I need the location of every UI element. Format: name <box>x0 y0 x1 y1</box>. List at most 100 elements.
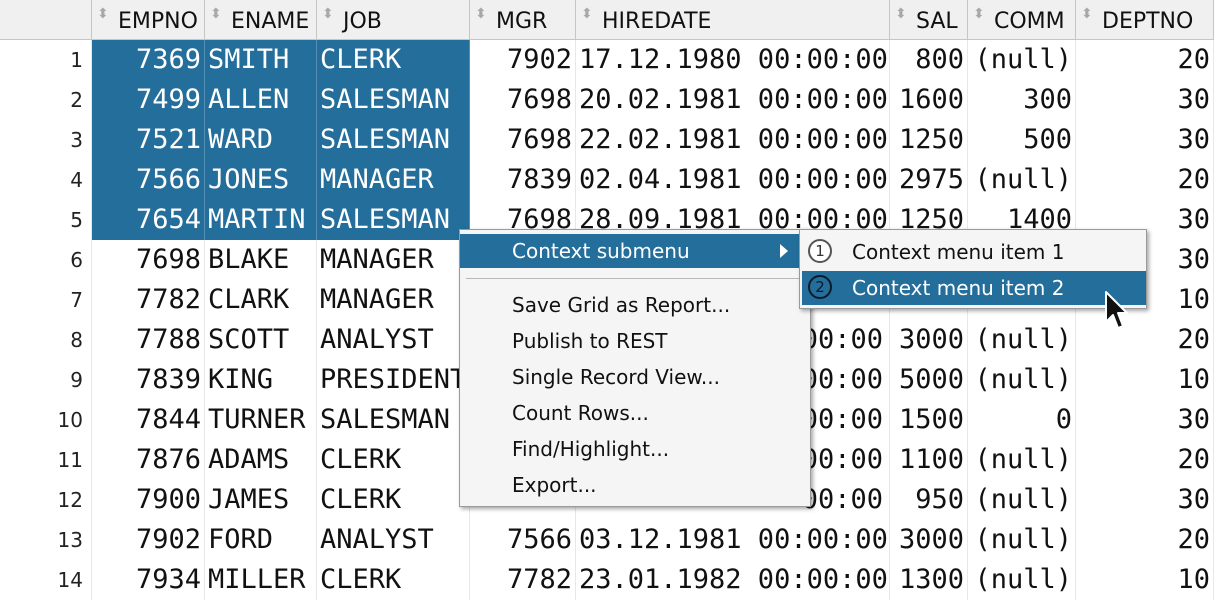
cell-ename[interactable]: ALLEN <box>205 80 317 120</box>
cell-comm[interactable]: (null) <box>968 560 1076 600</box>
cell-job[interactable]: SALESMAN <box>317 400 470 440</box>
cell-job[interactable]: CLERK <box>317 40 470 80</box>
row-number-cell[interactable]: 8 <box>0 320 92 360</box>
cell-job[interactable]: ANALYST <box>317 520 470 560</box>
cell-hiredate[interactable]: 20.02.1981 00:00:00 <box>576 80 890 120</box>
cell-job[interactable]: MANAGER <box>317 160 470 200</box>
cell-comm[interactable]: (null) <box>968 520 1076 560</box>
count-rows-item[interactable]: Count Rows... <box>512 396 649 430</box>
cell-hiredate[interactable]: 23.01.1982 00:00:00 <box>576 560 890 600</box>
cell-empno[interactable]: 7934 <box>92 560 205 600</box>
cell-job[interactable]: SALESMAN <box>317 80 470 120</box>
cell-sal[interactable]: 950 <box>890 480 968 520</box>
cell-ename[interactable]: SCOTT <box>205 320 317 360</box>
cell-job[interactable]: CLERK <box>317 480 470 520</box>
cell-comm[interactable]: (null) <box>968 40 1076 80</box>
row-number-cell[interactable]: 4 <box>0 160 92 200</box>
row-number-cell[interactable]: 2 <box>0 80 92 120</box>
cell-sal[interactable]: 2975 <box>890 160 968 200</box>
row-number-cell[interactable]: 11 <box>0 440 92 480</box>
table-row[interactable]: 4 7566 JONES MANAGER 7839 02.04.1981 00:00:00… <box>0 160 1214 200</box>
row-number-cell[interactable]: 6 <box>0 240 92 280</box>
cell-deptno[interactable]: 10 <box>1076 360 1214 400</box>
cell-deptno[interactable]: 30 <box>1076 400 1214 440</box>
cell-ename[interactable]: SMITH <box>205 40 317 80</box>
cell-ename[interactable]: BLAKE <box>205 240 317 280</box>
cell-comm[interactable]: (null) <box>968 440 1076 480</box>
cell-ename[interactable]: MILLER <box>205 560 317 600</box>
cell-mgr[interactable]: 7698 <box>470 120 576 160</box>
cell-empno[interactable]: 7782 <box>92 280 205 320</box>
cell-empno[interactable]: 7499 <box>92 80 205 120</box>
cell-ename[interactable]: CLARK <box>205 280 317 320</box>
column-header-comm[interactable]: ⬍ COMM <box>968 0 1076 40</box>
cell-comm[interactable]: 500 <box>968 120 1076 160</box>
cell-empno[interactable]: 7839 <box>92 360 205 400</box>
cell-ename[interactable]: JAMES <box>205 480 317 520</box>
cell-deptno[interactable]: 10 <box>1076 560 1214 600</box>
cell-deptno[interactable]: 20 <box>1076 440 1214 480</box>
column-header-ename[interactable]: ⬍ ENAME <box>205 0 317 40</box>
cell-sal[interactable]: 3000 <box>890 520 968 560</box>
cell-comm[interactable]: (null) <box>968 360 1076 400</box>
cell-job[interactable]: MANAGER <box>317 280 470 320</box>
cell-comm[interactable]: 0 <box>968 400 1076 440</box>
cell-job[interactable]: SALESMAN <box>317 200 470 240</box>
table-row[interactable]: 13 7902 FORD ANALYST 7566 03.12.1981 00:00:00… <box>0 520 1214 560</box>
cell-deptno[interactable]: 20 <box>1076 160 1214 200</box>
publish-to-rest-item[interactable]: Publish to REST <box>512 324 668 358</box>
cell-hiredate[interactable]: 17.12.1980 00:00:00 <box>576 40 890 80</box>
column-header-sal[interactable]: ⬍ SAL <box>890 0 968 40</box>
cell-comm[interactable]: 300 <box>968 80 1076 120</box>
context-submenu-item[interactable]: Context submenu <box>460 234 810 268</box>
cell-deptno[interactable]: 20 <box>1076 40 1214 80</box>
cell-sal[interactable]: 1100 <box>890 440 968 480</box>
cell-empno[interactable]: 7698 <box>92 240 205 280</box>
cell-ename[interactable]: ADAMS <box>205 440 317 480</box>
cell-comm[interactable]: (null) <box>968 160 1076 200</box>
save-grid-as-report-item[interactable]: Save Grid as Report... <box>512 288 730 322</box>
cell-ename[interactable]: KING <box>205 360 317 400</box>
single-record-view-item[interactable]: Single Record View... <box>512 360 720 394</box>
cell-empno[interactable]: 7566 <box>92 160 205 200</box>
row-number-cell[interactable]: 7 <box>0 280 92 320</box>
export-item[interactable]: Export... <box>512 468 597 502</box>
cell-empno[interactable]: 7844 <box>92 400 205 440</box>
cell-ename[interactable]: WARD <box>205 120 317 160</box>
column-header-mgr[interactable]: ⬍ MGR <box>470 0 576 40</box>
cell-job[interactable]: CLERK <box>317 440 470 480</box>
cell-sal[interactable]: 1250 <box>890 120 968 160</box>
row-number-cell[interactable]: 13 <box>0 520 92 560</box>
cell-comm[interactable]: (null) <box>968 480 1076 520</box>
cell-ename[interactable]: JONES <box>205 160 317 200</box>
find-highlight-item[interactable]: Find/Highlight... <box>512 432 669 466</box>
cell-hiredate[interactable]: 02.04.1981 00:00:00 <box>576 160 890 200</box>
row-number-cell[interactable]: 10 <box>0 400 92 440</box>
column-header-empno[interactable]: ⬍ EMPNO <box>92 0 205 40</box>
cell-mgr[interactable]: 7902 <box>470 40 576 80</box>
table-row[interactable]: 3 7521 WARD SALESMAN 7698 22.02.1981 00:00:00… <box>0 120 1214 160</box>
cell-mgr[interactable]: 7698 <box>470 80 576 120</box>
cell-sal[interactable]: 1300 <box>890 560 968 600</box>
cell-ename[interactable]: MARTIN <box>205 200 317 240</box>
column-header-job[interactable]: ⬍ JOB <box>317 0 470 40</box>
cell-empno[interactable]: 7876 <box>92 440 205 480</box>
row-number-cell[interactable]: 9 <box>0 360 92 400</box>
column-header-hiredate[interactable]: ⬍ HIREDATE <box>576 0 890 40</box>
table-row[interactable]: 2 7499 ALLEN SALESMAN 7698 20.02.1981 00:00:0… <box>0 80 1214 120</box>
cell-sal[interactable]: 800 <box>890 40 968 80</box>
cell-job[interactable]: PRESIDENT <box>317 360 470 400</box>
cell-sal[interactable]: 3000 <box>890 320 968 360</box>
cell-mgr[interactable]: 7566 <box>470 520 576 560</box>
cell-empno[interactable]: 7369 <box>92 40 205 80</box>
cell-ename[interactable]: FORD <box>205 520 317 560</box>
cell-comm[interactable]: (null) <box>968 320 1076 360</box>
cell-job[interactable]: SALESMAN <box>317 120 470 160</box>
cell-empno[interactable]: 7900 <box>92 480 205 520</box>
cell-sal[interactable]: 5000 <box>890 360 968 400</box>
cell-deptno[interactable]: 30 <box>1076 120 1214 160</box>
cell-sal[interactable]: 1500 <box>890 400 968 440</box>
cell-deptno[interactable]: 20 <box>1076 320 1214 360</box>
cell-job[interactable]: CLERK <box>317 560 470 600</box>
table-row[interactable]: 1 7369 SMITH CLERK 7902 17.12.1980 00:00:00 80… <box>0 40 1214 80</box>
